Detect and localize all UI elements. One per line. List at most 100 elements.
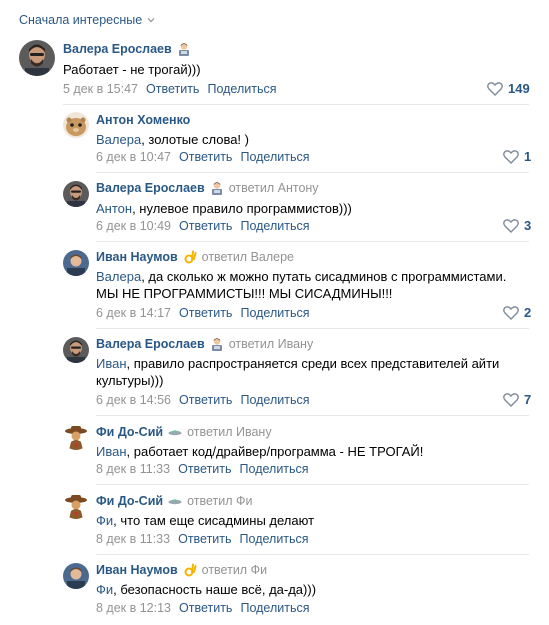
- flying-saucer-emoji-icon: [168, 430, 182, 436]
- mention-link[interactable]: Валера: [96, 269, 141, 284]
- comment-date[interactable]: 6 дек в 10:47: [96, 150, 171, 164]
- ok-hand-emoji-icon: [184, 250, 197, 264]
- reply-button[interactable]: Ответить: [178, 532, 231, 546]
- comment-date[interactable]: 8 дек в 11:33: [96, 462, 170, 476]
- comment-date[interactable]: 5 дек в 15:47: [63, 82, 138, 96]
- author-name[interactable]: Антон Хоменко: [96, 113, 190, 127]
- technologist-emoji-icon: [211, 182, 222, 195]
- heart-icon: [487, 81, 503, 96]
- comment-header: Иван Наумов ответил Валере: [96, 250, 294, 264]
- comment-date[interactable]: 8 дек в 12:13: [96, 601, 171, 615]
- comment-text: Антон, нулевое правило программистов))): [96, 201, 352, 216]
- comment-header: Валера Ерослаев ответил Ивану: [96, 337, 313, 351]
- heart-icon: [503, 392, 519, 407]
- mention-link[interactable]: Антон: [96, 201, 132, 216]
- comment-text: Фи, безопасность наше всё, да-да))): [96, 582, 317, 597]
- avatar[interactable]: [63, 250, 89, 276]
- share-button[interactable]: Поделиться: [240, 219, 309, 233]
- comment-date[interactable]: 8 дек в 11:33: [96, 532, 170, 546]
- like-count: 7: [524, 392, 532, 407]
- mention-link[interactable]: Иван: [96, 444, 127, 459]
- comment-text: Валера, да сколько ж можно путать сисадм…: [96, 269, 507, 301]
- divider: [96, 172, 529, 173]
- author-name[interactable]: Валера Ерослаев: [96, 181, 205, 195]
- comment-meta: 6 дек в 14:17 Ответить Поделиться: [96, 306, 309, 320]
- comment-meta: 8 дек в 12:13 Ответить Поделиться: [96, 601, 309, 615]
- comment-header: Фи До-Сий ответил Фи: [96, 494, 252, 508]
- author-name[interactable]: Валера Ерослаев: [63, 42, 172, 56]
- avatar[interactable]: [63, 112, 89, 138]
- comment-meta: 6 дек в 10:49 Ответить Поделиться: [96, 219, 309, 233]
- heart-icon: [503, 305, 519, 320]
- share-button[interactable]: Поделиться: [240, 306, 309, 320]
- reply-button[interactable]: Ответить: [179, 393, 232, 407]
- comment-header: Валера Ерослаев ответил Антону: [96, 181, 319, 195]
- comment-meta: 5 дек в 15:47 Ответить Поделиться: [63, 82, 276, 96]
- chevron-down-icon: [147, 18, 155, 23]
- like-button[interactable]: 149: [487, 81, 530, 96]
- divider: [96, 554, 529, 555]
- reply-button[interactable]: Ответить: [179, 219, 232, 233]
- comment-header: Фи До-Сий ответил Ивану: [96, 425, 272, 439]
- divider: [96, 328, 529, 329]
- avatar[interactable]: [19, 40, 55, 76]
- comment-meta: 8 дек в 11:33 Ответить Поделиться: [96, 462, 309, 476]
- divider: [63, 104, 529, 105]
- comment-text: Фи, что там еще сисадмины делают: [96, 513, 315, 528]
- share-button[interactable]: Поделиться: [207, 82, 276, 96]
- like-button[interactable]: 3: [503, 218, 531, 233]
- author-name[interactable]: Иван Наумов: [96, 563, 178, 577]
- flying-saucer-emoji-icon: [168, 499, 182, 505]
- share-button[interactable]: Поделиться: [240, 150, 309, 164]
- mention-link[interactable]: Иван: [96, 356, 127, 371]
- divider: [96, 241, 529, 242]
- mention-link[interactable]: Валера: [96, 132, 141, 147]
- like-count: 149: [508, 81, 530, 96]
- avatar[interactable]: [63, 563, 89, 589]
- replied-to[interactable]: ответил Фи: [187, 494, 252, 508]
- sort-dropdown[interactable]: Сначала интересные: [19, 13, 156, 27]
- reply-button[interactable]: Ответить: [179, 150, 232, 164]
- technologist-emoji-icon: [211, 338, 222, 351]
- mention-link[interactable]: Фи: [96, 582, 113, 597]
- share-button[interactable]: Поделиться: [240, 462, 309, 476]
- comment-date[interactable]: 6 дек в 10:49: [96, 219, 171, 233]
- heart-icon: [503, 149, 519, 164]
- heart-icon: [503, 218, 519, 233]
- reply-button[interactable]: Ответить: [178, 462, 231, 476]
- avatar[interactable]: [63, 337, 89, 363]
- avatar[interactable]: [63, 181, 89, 207]
- comment-meta: 6 дек в 10:47 Ответить Поделиться: [96, 150, 309, 164]
- replied-to[interactable]: ответил Валере: [202, 250, 294, 264]
- replied-to[interactable]: ответил Ивану: [229, 337, 314, 351]
- author-name[interactable]: Иван Наумов: [96, 250, 178, 264]
- avatar[interactable]: [63, 493, 89, 519]
- reply-button[interactable]: Ответить: [146, 82, 199, 96]
- reply-button[interactable]: Ответить: [179, 306, 232, 320]
- comment-text: Работает - не трогай))): [63, 62, 201, 77]
- author-name[interactable]: Фи До-Сий: [96, 425, 163, 439]
- like-button[interactable]: 2: [503, 305, 531, 320]
- share-button[interactable]: Поделиться: [240, 393, 309, 407]
- share-button[interactable]: Поделиться: [240, 601, 309, 615]
- replied-to[interactable]: ответил Ивану: [187, 425, 272, 439]
- divider: [96, 415, 529, 416]
- like-button[interactable]: 1: [503, 149, 531, 164]
- author-name[interactable]: Валера Ерослаев: [96, 337, 205, 351]
- comment-text: Валера, золотые слова! ): [96, 132, 249, 147]
- reply-button[interactable]: Ответить: [179, 601, 232, 615]
- share-button[interactable]: Поделиться: [240, 532, 309, 546]
- ok-hand-emoji-icon: [184, 563, 197, 577]
- comment-date[interactable]: 6 дек в 14:56: [96, 393, 171, 407]
- mention-link[interactable]: Фи: [96, 513, 113, 528]
- author-name[interactable]: Фи До-Сий: [96, 494, 163, 508]
- avatar[interactable]: [63, 424, 89, 450]
- replied-to[interactable]: ответил Фи: [202, 563, 267, 577]
- replied-to[interactable]: ответил Антону: [229, 181, 319, 195]
- like-button[interactable]: 7: [503, 392, 531, 407]
- comment-header: Антон Хоменко: [96, 113, 190, 127]
- comment-date[interactable]: 6 дек в 14:17: [96, 306, 171, 320]
- comment-header: Иван Наумов ответил Фи: [96, 563, 267, 577]
- sort-label: Сначала интересные: [19, 13, 143, 27]
- divider: [96, 484, 529, 485]
